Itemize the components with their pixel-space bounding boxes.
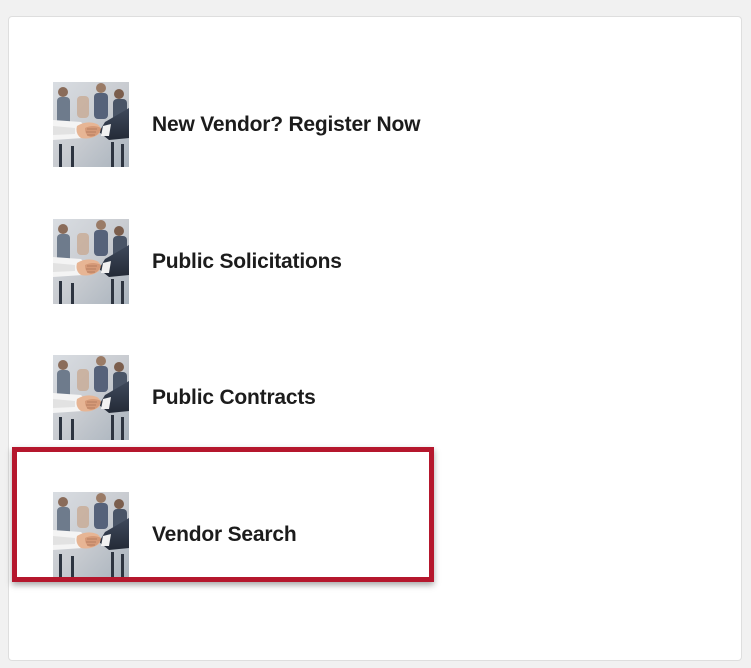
handshake-icon: [53, 355, 129, 440]
handshake-icon: [53, 219, 129, 304]
link-vendor-search[interactable]: Vendor Search: [21, 475, 431, 595]
link-public-solicitations[interactable]: Public Solicitations: [21, 202, 431, 322]
link-new-vendor-register[interactable]: New Vendor? Register Now: [21, 65, 431, 185]
handshake-icon: [53, 492, 129, 577]
vendor-links-panel: New Vendor? Register Now Public Solicita…: [8, 16, 742, 661]
link-label: Public Solicitations: [152, 250, 342, 273]
link-label: Vendor Search: [152, 523, 297, 546]
link-label: New Vendor? Register Now: [152, 113, 421, 136]
link-public-contracts[interactable]: Public Contracts: [21, 338, 431, 458]
handshake-icon: [53, 82, 129, 167]
link-label: Public Contracts: [152, 386, 316, 409]
